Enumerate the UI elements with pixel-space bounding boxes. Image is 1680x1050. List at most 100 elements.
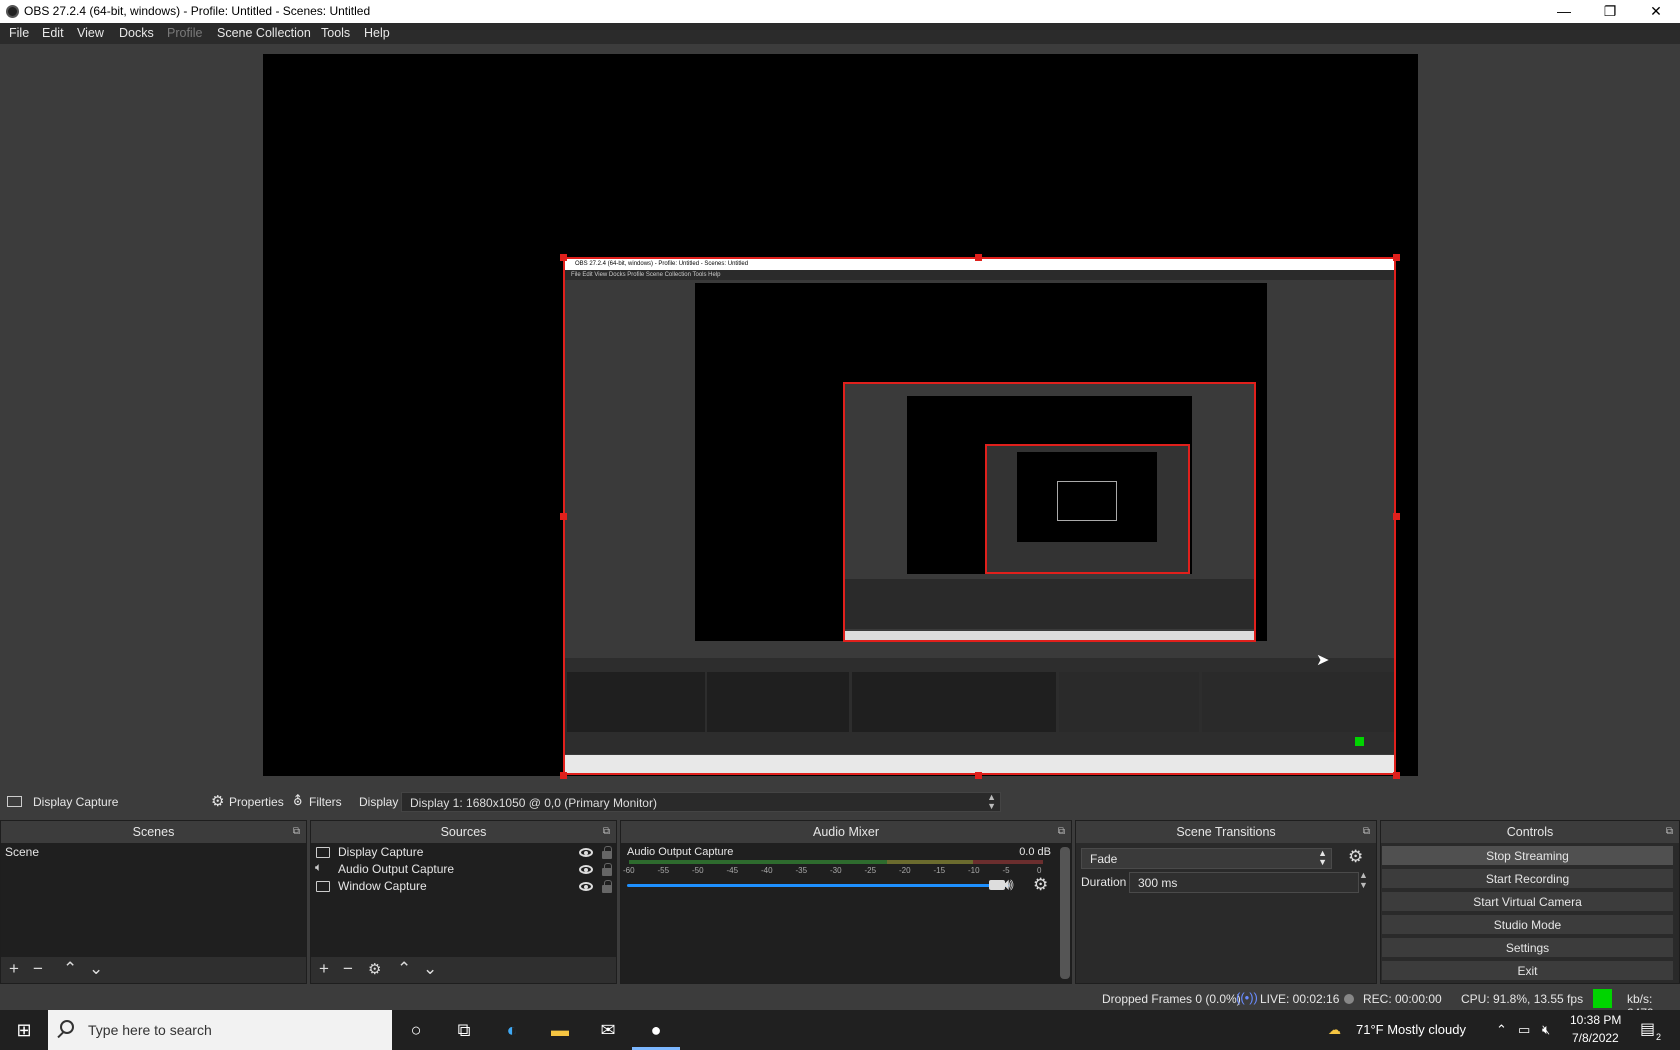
speaker-mute-icon[interactable]: 🔊︎: [1003, 875, 1014, 895]
status-bar: Dropped Frames 0 (0.0%) ((•)) LIVE: 00:0…: [0, 988, 1680, 1020]
scene-item[interactable]: Scene: [5, 845, 39, 862]
meter-tick-label: -35: [795, 866, 808, 875]
source-item-window-capture[interactable]: Window Capture: [338, 879, 427, 896]
undock-icon[interactable]: ⧉: [1363, 821, 1370, 843]
obs-app-icon: [6, 5, 19, 18]
nested-capture-2: [843, 382, 1256, 642]
nested-capture-4: [1057, 481, 1117, 521]
settings-button[interactable]: Settings: [1381, 937, 1674, 958]
move-source-down-button[interactable]: ⌄: [423, 959, 437, 979]
volume-muted-icon[interactable]: 🔇︎: [1542, 1022, 1550, 1038]
resize-handle-tl[interactable]: [560, 254, 567, 261]
network-icon[interactable]: ▭: [1518, 1022, 1530, 1038]
resize-handle-b[interactable]: [975, 772, 982, 779]
menu-view[interactable]: View: [77, 26, 104, 40]
start-recording-button[interactable]: Start Recording: [1381, 868, 1674, 889]
audio-mixer-dock: Audio Mixer ⧉ Audio Output Capture 0.0 d…: [620, 820, 1072, 984]
notification-icon[interactable]: ▤: [1640, 1019, 1655, 1039]
meter-tick-label: -40: [761, 866, 773, 875]
transition-select[interactable]: Fade ▲ ▼: [1081, 848, 1332, 869]
windows-start-icon[interactable]: ⊞: [0, 1010, 48, 1050]
meter-tick-label: 0: [1037, 866, 1042, 875]
edge-browser-icon[interactable]: ◐: [488, 1010, 536, 1050]
weather-text[interactable]: 71°F Mostly cloudy: [1356, 1022, 1466, 1037]
mail-icon[interactable]: ✉: [584, 1010, 632, 1050]
resize-handle-r[interactable]: [1393, 513, 1400, 520]
resize-handle-t[interactable]: [975, 254, 982, 261]
window-icon: [316, 881, 330, 892]
source-properties-gear-icon[interactable]: ⚙: [368, 960, 381, 978]
resize-handle-l[interactable]: [560, 513, 567, 520]
spin-arrows-icon: ▲ ▼: [1318, 848, 1327, 867]
source-item-display-capture[interactable]: Display Capture: [338, 845, 423, 862]
add-source-button[interactable]: +: [319, 959, 329, 979]
mixer-settings-gear-icon[interactable]: ⚙: [1033, 875, 1048, 895]
remove-source-button[interactable]: −: [343, 959, 353, 979]
resize-handle-br[interactable]: [1393, 772, 1400, 779]
minimize-button[interactable]: —: [1541, 0, 1587, 23]
lock-icon[interactable]: [602, 880, 612, 893]
nested-mixer: [852, 672, 1056, 732]
restore-button[interactable]: ❐: [1587, 0, 1633, 23]
undock-icon[interactable]: ⧉: [1058, 821, 1065, 843]
meter-tick-label: -50: [692, 866, 704, 875]
menu-file[interactable]: File: [9, 26, 29, 40]
move-source-up-button[interactable]: ⌃: [397, 959, 411, 979]
nested-transitions: [1059, 672, 1199, 732]
add-scene-button[interactable]: +: [9, 959, 19, 979]
resize-handle-bl[interactable]: [560, 772, 567, 779]
filters-button[interactable]: Filters: [309, 795, 342, 809]
menu-scene-collection[interactable]: Scene Collection: [217, 26, 311, 40]
menu-profile[interactable]: Profile: [167, 26, 202, 40]
lock-icon[interactable]: [602, 846, 612, 859]
move-scene-up-button[interactable]: ⌃: [63, 959, 77, 979]
obs-taskbar-icon[interactable]: ●: [632, 1010, 680, 1050]
display-select[interactable]: Display 1: 1680x1050 @ 0,0 (Primary Moni…: [401, 792, 1001, 812]
menu-docks[interactable]: Docks: [119, 26, 154, 40]
menu-edit[interactable]: Edit: [42, 26, 64, 40]
meter-tick-label: -5: [1002, 866, 1010, 875]
undock-icon[interactable]: ⧉: [293, 821, 300, 843]
mixer-scrollbar[interactable]: [1060, 847, 1070, 979]
clock-time[interactable]: 10:38 PM: [1570, 1013, 1621, 1027]
undock-icon[interactable]: ⧉: [603, 821, 610, 843]
clock-date[interactable]: 7/8/2022: [1572, 1031, 1619, 1045]
duration-input[interactable]: 300 ms: [1129, 872, 1359, 893]
visibility-eye-icon[interactable]: [579, 848, 593, 857]
start-virtual-camera-button[interactable]: Start Virtual Camera: [1381, 891, 1674, 912]
visibility-eye-icon[interactable]: [579, 882, 593, 891]
window-title: OBS 27.2.4 (64-bit, windows) - Profile: …: [24, 4, 371, 18]
selected-source-name: Display Capture: [33, 795, 119, 809]
nested-sources: [707, 672, 849, 732]
undock-icon[interactable]: ⧉: [1666, 821, 1673, 843]
nested-controls: [1202, 672, 1394, 732]
nested-capture-3: [985, 444, 1190, 574]
tray-chevron-icon[interactable]: ⌃: [1496, 1022, 1507, 1038]
visibility-eye-icon[interactable]: [579, 865, 593, 874]
file-explorer-icon[interactable]: ▬: [536, 1010, 584, 1050]
nested-panels-2: [845, 579, 1254, 629]
menu-tools[interactable]: Tools: [321, 26, 350, 40]
remove-scene-button[interactable]: −: [33, 959, 43, 979]
source-item-audio-output-capture[interactable]: Audio Output Capture: [338, 862, 454, 879]
stop-streaming-button[interactable]: Stop Streaming: [1381, 845, 1674, 866]
exit-button[interactable]: Exit: [1381, 960, 1674, 981]
scene-transitions-dock: Scene Transitions ⧉ Fade ▲ ▼ ⚙ Duration 3…: [1075, 820, 1377, 984]
duration-spin-icon[interactable]: ▲ ▼: [1359, 870, 1368, 890]
meter-tick-label: -20: [899, 866, 911, 875]
selected-display-capture-source[interactable]: OBS 27.2.4 (64-bit, windows) - Profile: …: [563, 257, 1396, 775]
lock-icon[interactable]: [602, 863, 612, 876]
task-view-icon[interactable]: ⧉: [440, 1010, 488, 1050]
move-scene-down-button[interactable]: ⌄: [89, 959, 103, 979]
dropped-frames: Dropped Frames 0 (0.0%): [1102, 992, 1241, 1006]
rec-dot-icon: [1344, 994, 1354, 1004]
properties-button[interactable]: Properties: [229, 795, 284, 809]
studio-mode-button[interactable]: Studio Mode: [1381, 914, 1674, 935]
close-button[interactable]: ✕: [1633, 0, 1679, 23]
transition-settings-gear-icon[interactable]: ⚙: [1348, 847, 1363, 867]
cortana-icon[interactable]: ○: [392, 1010, 440, 1050]
taskbar-search[interactable]: Type here to search: [48, 1010, 392, 1050]
menu-help[interactable]: Help: [364, 26, 390, 40]
resize-handle-tr[interactable]: [1393, 254, 1400, 261]
volume-slider-track[interactable]: [627, 884, 1009, 887]
